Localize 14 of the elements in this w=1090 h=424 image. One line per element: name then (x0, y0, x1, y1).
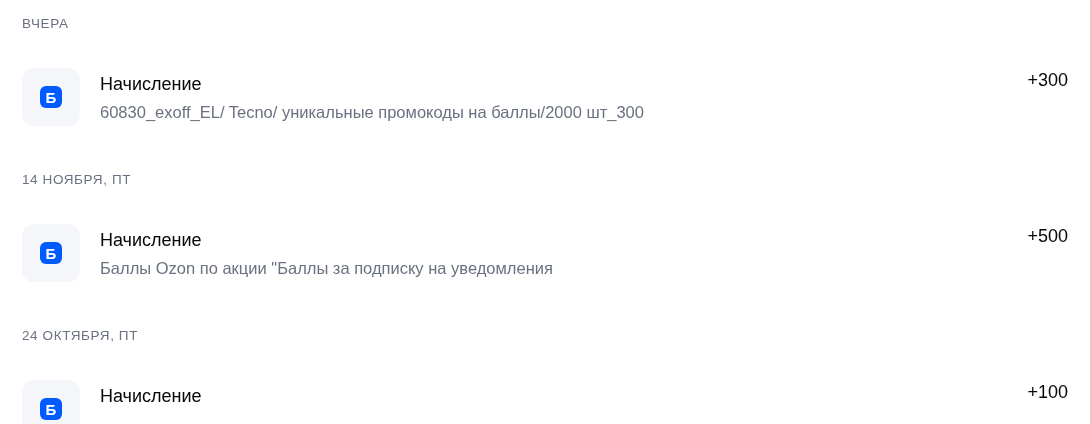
badge-letter: Б (40, 398, 62, 420)
date-header: 14 НОЯБРЯ, ПТ (22, 171, 133, 189)
operation-title: Начисление (100, 385, 203, 407)
badge-letter: Б (40, 242, 62, 264)
operation-amount: +500 (1027, 225, 1068, 247)
operation-description: Баллы Ozon по акции "Баллы за подписку на уведомления (100, 258, 554, 278)
operation-title: Начисление (100, 229, 203, 251)
badge-letter: Б (40, 86, 62, 108)
date-header: ВЧЕРА (22, 15, 70, 33)
operation-amount: +300 (1027, 69, 1068, 91)
date-header: 24 ОКТЯБРЯ, ПТ (22, 327, 139, 345)
operation-amount: +100 (1027, 381, 1068, 403)
operation-title: Начисление (100, 73, 203, 95)
operation-description: 60830_exoff_EL/ Tecno/ уникальные промокоды на баллы/2000 шт_300 (100, 102, 645, 122)
